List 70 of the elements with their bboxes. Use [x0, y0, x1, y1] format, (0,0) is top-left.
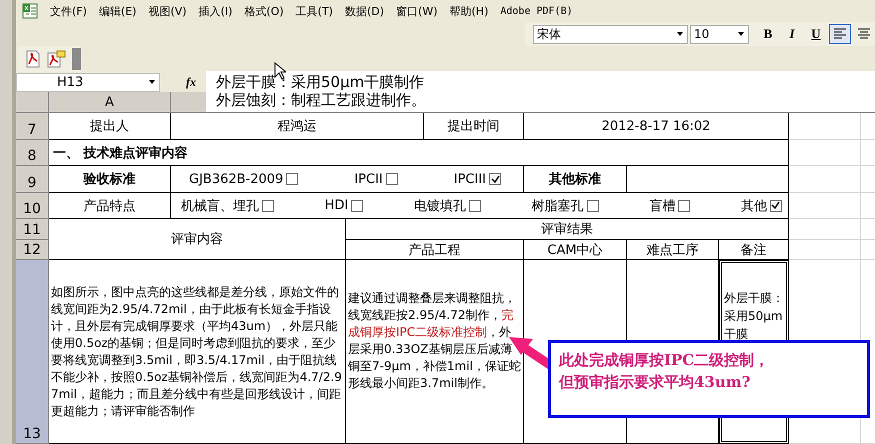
table-cell: 如图所示，图中点亮的这些线都是差分线，原始文件的线宽间距为2.95/4.72mil，由于此板有长短金手指设计，且外层有完成铜厚要求（平均43um），外层只能使用0.5oz的基铜；但是同时考虑到阻抗的要求，至少要将线宽调整到3.5mil，即3.5/4.17mil，由于阻抗线不能少补，按照0.5oz基铜补偿后，线宽间距为4.7/2.97mil，超能力；而且差分线中有些是回形线设计，间距更超能力；请评审能否制作 — [49, 260, 346, 444]
style-button[interactable]: B — [757, 24, 779, 44]
table-cell: 产品特点 — [49, 193, 171, 219]
row-header[interactable]: 8 — [16, 140, 49, 166]
align-left-icon — [833, 28, 847, 40]
checkbox[interactable] — [678, 200, 690, 212]
table-cell: 产品工程 — [346, 240, 524, 260]
row-header[interactable]: 10 — [16, 193, 49, 219]
checkbox[interactable] — [489, 173, 501, 185]
checkbox[interactable] — [770, 200, 782, 212]
function-label[interactable]: fx — [186, 74, 196, 90]
table-cell: 提出人 — [49, 113, 171, 140]
menu-item[interactable]: Adobe PDF(B) — [496, 6, 581, 16]
pdf-comment-icon[interactable] — [46, 50, 66, 68]
table-cell: 提出时间 — [424, 113, 524, 140]
row-header[interactable]: 7 — [16, 113, 49, 140]
option-label: GJB362B-2009 — [189, 172, 284, 186]
name-box[interactable]: H13 — [16, 72, 160, 92]
checkbox[interactable] — [286, 173, 298, 185]
menu-item[interactable]: 帮助(H) — [446, 4, 496, 18]
menu-item[interactable]: 工具(T) — [292, 4, 341, 18]
font-size-dropdown[interactable]: 10 — [690, 24, 749, 44]
select-all-corner[interactable] — [16, 92, 49, 113]
table-cell: 评审内容 — [49, 219, 346, 260]
option-label: 电镀填孔 — [414, 198, 466, 214]
checkbox[interactable] — [262, 200, 274, 212]
checkbox[interactable] — [351, 200, 364, 212]
table-cell: 评审结果 — [346, 219, 789, 240]
option-label: HDI — [324, 198, 348, 213]
spreadsheet-icon[interactable] — [22, 3, 38, 19]
mouse-pointer-icon — [274, 62, 286, 80]
column-header[interactable]: A — [49, 92, 171, 113]
callout-text: 此处完成铜厚按IPC二级控制， — [559, 350, 770, 371]
row-header[interactable]: 12 — [16, 240, 49, 260]
menu-item[interactable]: 插入(I) — [194, 4, 240, 18]
table-cell: 备注 — [719, 240, 789, 260]
option-label: 盲槽 — [649, 198, 676, 214]
table-cell: 其他标准 — [524, 166, 627, 193]
option-label: IPCIII — [454, 172, 486, 186]
section-title: 一、 技术难点评审内容 — [49, 140, 789, 166]
option-label: IPCII — [354, 172, 383, 186]
menu-item[interactable]: 格式(O) — [240, 4, 292, 18]
option-label: 树脂塞孔 — [532, 198, 584, 214]
table-cell: CAM中心 — [524, 240, 627, 260]
font-dropdown[interactable]: 宋体 — [533, 24, 688, 44]
menu-item[interactable]: 视图(V) — [144, 4, 195, 18]
row-header[interactable]: 13 — [16, 260, 49, 444]
table-cell: 难点工序 — [627, 240, 719, 260]
menu-item[interactable]: 数据(D) — [340, 4, 392, 18]
checkbox[interactable] — [586, 200, 599, 212]
style-button[interactable]: I — [781, 24, 803, 44]
menu-item[interactable]: 文件(F) — [46, 4, 95, 18]
table-cell: 2012-8-17 16:02 — [524, 113, 789, 140]
style-button[interactable]: U — [805, 24, 827, 44]
row-header[interactable]: 11 — [16, 219, 49, 240]
table-cell: 验收标准 — [49, 166, 171, 193]
option-label: 机械盲、埋孔 — [181, 198, 259, 214]
callout-text: 但预审指示要求平均43um? — [559, 372, 750, 393]
menu-item[interactable]: 编辑(E) — [94, 4, 144, 18]
formula-field[interactable]: 外层干膜：采用50μm干膜制作 外层蚀刻：制程工艺跟进制作。 — [206, 71, 875, 112]
table-cell: 程鸿运 — [171, 113, 424, 140]
align-button[interactable] — [829, 24, 851, 44]
align-center-icon — [857, 28, 871, 40]
table-cell: 建议通过调整叠层来调整阻抗，线宽线距按2.95/4.72制作，完成铜厚按IPC二级标准控制，外层采用0.33OZ基铜层压后减薄铜至7-9μm，补偿1mil，保证蛇形线最小间距3.7mil制作。 — [346, 260, 524, 444]
pdf-document-icon[interactable] — [24, 50, 42, 68]
checkbox[interactable] — [468, 200, 481, 212]
row-header[interactable]: 9 — [16, 166, 49, 193]
option-label: 其他 — [740, 198, 767, 214]
menu-item[interactable]: 窗口(W) — [392, 4, 446, 18]
checkbox[interactable] — [386, 173, 398, 185]
